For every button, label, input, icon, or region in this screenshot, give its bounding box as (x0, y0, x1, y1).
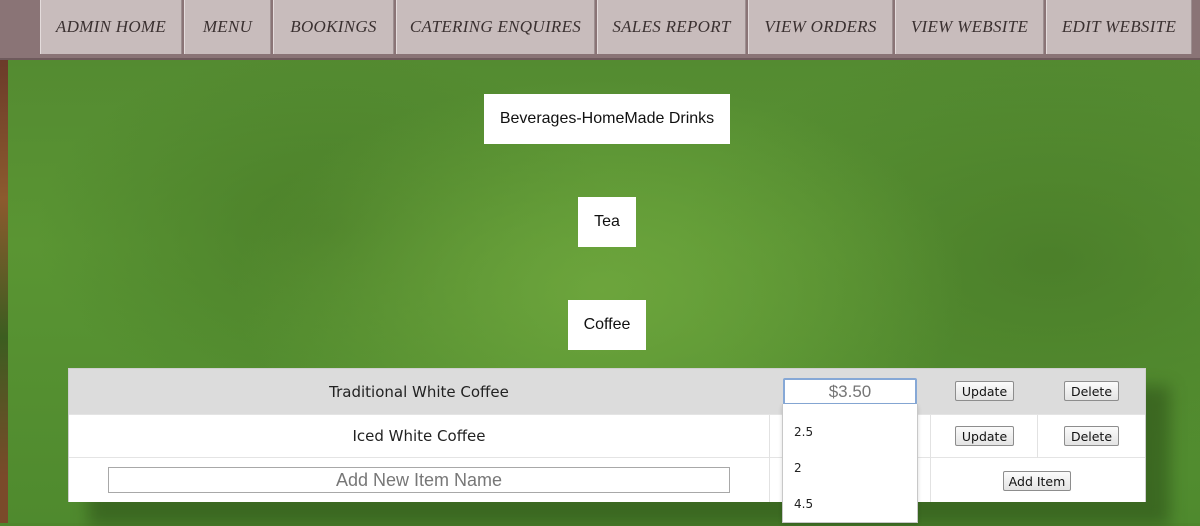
item-name: Traditional White Coffee (329, 382, 509, 401)
admin-nav-bar: ADMIN HOME MENU BOOKINGS CATERING ENQUIR… (0, 0, 1200, 60)
nav-edit-website[interactable]: EDIT WEBSITE (1046, 0, 1192, 54)
table-row: Add Item (69, 458, 1145, 502)
price-autocomplete-dropdown: 2.5 2 4.5 (782, 404, 918, 523)
column-divider (769, 415, 770, 459)
category-tea[interactable]: Tea (578, 197, 636, 247)
column-divider (1037, 415, 1038, 459)
nav-menu[interactable]: MENU (184, 0, 271, 54)
category-beverages-homemade-drinks[interactable]: Beverages-HomeMade Drinks (484, 94, 730, 144)
add-item-button[interactable]: Add Item (1003, 471, 1071, 491)
autocomplete-option[interactable]: 4.5 (783, 486, 917, 522)
left-decoration (0, 60, 8, 523)
nav-view-orders[interactable]: VIEW ORDERS (748, 0, 893, 54)
nav-view-website[interactable]: VIEW WEBSITE (895, 0, 1044, 54)
nav-sales-report[interactable]: SALES REPORT (597, 0, 746, 54)
category-coffee[interactable]: Coffee (568, 300, 646, 350)
price-input[interactable] (783, 378, 917, 405)
autocomplete-option[interactable]: 2.5 (783, 414, 917, 450)
update-button[interactable]: Update (955, 426, 1014, 446)
nav-bookings[interactable]: BOOKINGS (273, 0, 394, 54)
table-row: Iced White Coffee Update Delete (69, 414, 1145, 459)
autocomplete-option[interactable]: 2 (783, 450, 917, 486)
delete-button[interactable]: Delete (1064, 381, 1119, 401)
update-button[interactable]: Update (955, 381, 1014, 401)
item-name: Iced White Coffee (352, 427, 486, 445)
column-divider (769, 458, 770, 502)
nav-catering-enquires[interactable]: CATERING ENQUIRES (396, 0, 595, 54)
column-divider (930, 458, 931, 502)
new-item-name-input[interactable] (108, 467, 730, 493)
menu-items-table: Traditional White Coffee Update Delete I… (68, 368, 1146, 502)
nav-admin-home[interactable]: ADMIN HOME (40, 0, 182, 54)
column-divider (930, 415, 931, 459)
delete-button[interactable]: Delete (1064, 426, 1119, 446)
table-row: Traditional White Coffee Update Delete (69, 369, 1145, 414)
